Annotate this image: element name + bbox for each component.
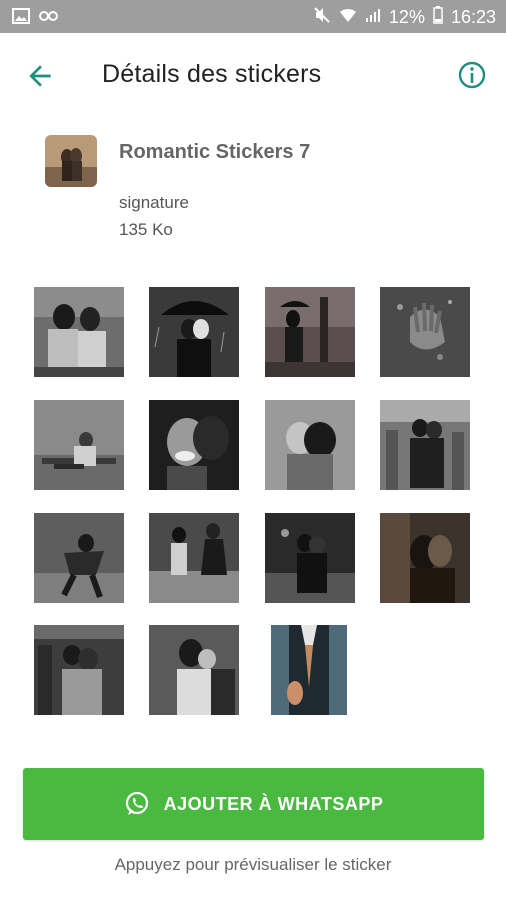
pack-name: Romantic Stickers 7 [119, 141, 311, 163]
mute-icon [313, 6, 331, 29]
preview-hint: Appuyez pour prévisualiser le sticker [114, 855, 392, 874]
arrow-back-icon [29, 65, 51, 87]
pack-tray-icon [45, 135, 97, 187]
sticker-item[interactable] [149, 287, 239, 377]
clock: 16:23 [450, 7, 496, 27]
sticker-item[interactable] [380, 287, 470, 377]
sticker-item[interactable] [380, 400, 470, 490]
sticker-item[interactable] [34, 513, 124, 603]
sticker-item[interactable] [380, 513, 470, 603]
pack-author: signature [119, 193, 189, 212]
link-icon [38, 8, 60, 29]
info-icon [458, 61, 486, 89]
sticker-item[interactable] [34, 287, 124, 377]
sticker-item[interactable] [149, 513, 239, 603]
add-to-whatsapp-button[interactable]: AJOUTER À WHATSAPP [23, 768, 484, 840]
battery-icon [433, 6, 443, 29]
sticker-item[interactable] [271, 625, 347, 715]
pack-size: 135 Ko [119, 220, 173, 239]
add-button-label: AJOUTER À WHATSAPP [163, 793, 384, 814]
battery-text: 12% [388, 7, 425, 27]
app-bar: Détails des stickers [0, 33, 506, 115]
sticker-item[interactable] [265, 400, 355, 490]
signal-icon [365, 7, 381, 28]
sticker-item[interactable] [34, 625, 124, 715]
back-button[interactable] [24, 60, 56, 92]
whatsapp-icon [125, 791, 148, 815]
status-bar: 12% 16:23 [0, 0, 506, 33]
sticker-item[interactable] [265, 513, 355, 603]
sticker-item[interactable] [34, 400, 124, 490]
sticker-item[interactable] [265, 287, 355, 377]
info-button[interactable] [456, 59, 488, 91]
sticker-item[interactable] [149, 400, 239, 490]
page-title: Détails des stickers [102, 60, 322, 88]
gallery-icon [12, 8, 30, 29]
sticker-item[interactable] [149, 625, 239, 715]
wifi-icon [339, 7, 357, 28]
